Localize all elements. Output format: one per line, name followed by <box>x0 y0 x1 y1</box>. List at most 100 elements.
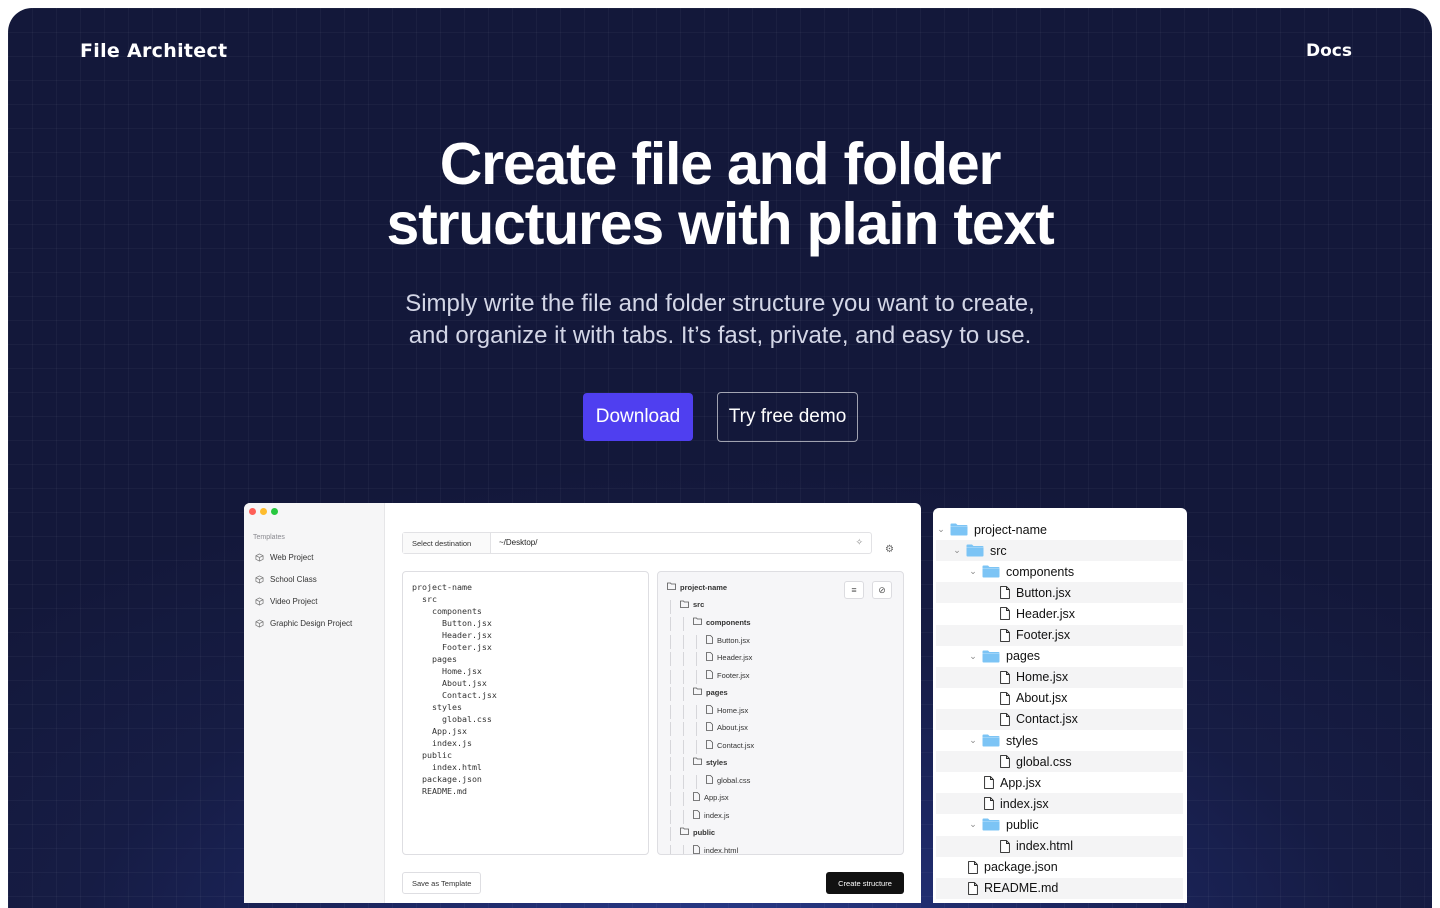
chevron-down-icon[interactable]: ⌄ <box>968 651 978 662</box>
finder-folder-row[interactable]: ⌄ public <box>936 814 1183 835</box>
finder-folder-row[interactable]: ⌄ src <box>936 540 1183 562</box>
preview-file-row[interactable]: App.jsx <box>693 792 729 803</box>
finder-file-row[interactable]: index.html <box>936 835 1183 857</box>
hero-subtitle-line-2: and organize it with tabs. It’s fast, pr… <box>408 322 1032 349</box>
preview-item-label: global.css <box>717 775 751 785</box>
folder-icon <box>693 757 702 767</box>
preview-item-label: project-name <box>680 582 728 592</box>
minimize-dot-icon[interactable] <box>260 508 267 515</box>
finder-item-label: Button.jsx <box>1016 585 1071 600</box>
app-window: Templates Web Project School Class Video… <box>244 503 921 903</box>
file-icon <box>1000 607 1010 621</box>
finder-folder-row[interactable]: ⌄ project-name <box>936 519 1183 540</box>
destination-path[interactable]: ~/Desktop/ <box>499 538 537 547</box>
template-item-video-project[interactable]: Video Project <box>255 597 317 606</box>
finder-item-label: Header.jsx <box>1016 606 1076 621</box>
save-as-template-button[interactable]: Save as Template <box>402 872 482 894</box>
file-icon <box>1000 691 1010 705</box>
close-dot-icon[interactable] <box>249 508 256 515</box>
preview-folder-row[interactable]: project-name <box>667 582 727 592</box>
folder-icon <box>680 827 689 837</box>
template-item-web-project[interactable]: Web Project <box>255 553 313 562</box>
finder-folder-row[interactable]: ⌄ pages <box>936 646 1183 667</box>
tree-guide-line <box>670 722 671 736</box>
preview-file-row[interactable]: Contact.jsx <box>706 739 754 751</box>
hero-title-line-1: Create file and folder <box>439 131 1002 197</box>
gear-icon[interactable]: ⚙ <box>885 544 894 555</box>
folder-icon <box>667 582 676 592</box>
finder-file-row[interactable]: README.md <box>936 877 1183 899</box>
finder-folder-row[interactable]: ⌄ styles <box>936 730 1183 751</box>
preview-folder-row[interactable]: pages <box>693 687 728 697</box>
maximize-dot-icon[interactable] <box>271 508 278 515</box>
chevron-down-icon[interactable]: ⌄ <box>968 735 978 746</box>
try-demo-button[interactable]: Try free demo <box>717 392 858 442</box>
docs-link[interactable]: Docs <box>1306 41 1352 61</box>
preview-file-row[interactable]: index.js <box>693 809 729 821</box>
window-controls <box>249 508 278 515</box>
finder-file-row[interactable]: Header.jsx <box>936 603 1183 624</box>
tree-guide-line <box>670 739 671 754</box>
editor-text: project-name src components Button.jsx H… <box>412 582 497 796</box>
finder-folder-row[interactable]: ⌄ components <box>936 561 1183 582</box>
hide-icon[interactable]: ⊘ <box>872 581 892 599</box>
preview-file-row[interactable]: global.css <box>706 774 751 786</box>
preview-folder-row[interactable]: src <box>680 600 704 610</box>
preview-file-row[interactable]: Button.jsx <box>706 634 750 646</box>
preview-item-label: Footer.jsx <box>717 670 750 680</box>
tree-guide-line <box>670 704 671 719</box>
tree-guide-line <box>683 722 684 736</box>
tree-guide-line <box>696 634 697 649</box>
chevron-down-icon[interactable]: ⌄ <box>952 545 962 556</box>
file-icon <box>706 722 713 733</box>
sparkle-icon[interactable]: ✧ <box>855 537 863 548</box>
tree-guide-line <box>670 827 671 841</box>
preview-file-row[interactable]: index.html <box>693 844 739 855</box>
preview-folder-row[interactable]: public <box>680 827 715 837</box>
finder-file-row[interactable]: Button.jsx <box>936 582 1183 604</box>
file-icon <box>706 774 713 786</box>
finder-file-row[interactable]: global.css <box>936 751 1183 773</box>
brand-logo[interactable]: File Architect <box>80 40 227 62</box>
create-structure-button[interactable]: Create structure <box>826 872 904 894</box>
finder-file-row[interactable]: Footer.jsx <box>936 624 1183 646</box>
preview-item-label: components <box>706 617 751 627</box>
destination-bar: Select destination ~/Desktop/ ✧ <box>402 532 872 554</box>
finder-item-label: About.jsx <box>1016 691 1068 706</box>
structure-text-editor[interactable]: project-name src components Button.jsx H… <box>402 571 649 855</box>
finder-file-row[interactable]: App.jsx <box>936 772 1183 793</box>
chevron-down-icon[interactable]: ⌄ <box>936 524 946 535</box>
select-destination-button[interactable]: Select destination <box>403 533 491 553</box>
tree-guide-line <box>670 669 671 684</box>
templates-heading: Templates <box>253 534 285 541</box>
preview-file-row[interactable]: Footer.jsx <box>706 669 750 681</box>
finder-file-row[interactable]: package.json <box>936 857 1183 878</box>
preview-folder-row[interactable]: styles <box>693 757 727 767</box>
chevron-down-icon[interactable]: ⌄ <box>968 566 978 577</box>
tree-guide-line <box>683 757 684 771</box>
download-button[interactable]: Download <box>583 393 693 441</box>
preview-folder-row[interactable]: components <box>693 617 751 627</box>
finder-file-row[interactable]: Contact.jsx <box>936 708 1183 730</box>
tree-guide-line <box>696 652 697 666</box>
chevron-down-icon[interactable]: ⌄ <box>968 819 978 830</box>
preview-file-row[interactable]: Header.jsx <box>706 652 752 663</box>
collapse-all-icon[interactable]: ≡ <box>844 581 864 599</box>
template-item-label: Video Project <box>270 597 318 606</box>
finder-file-row[interactable]: About.jsx <box>936 688 1183 709</box>
preview-item-label: index.html <box>704 845 739 855</box>
tree-guide-line <box>670 809 671 824</box>
template-item-school-class[interactable]: School Class <box>255 575 317 584</box>
file-icon <box>968 860 978 874</box>
template-item-graphic-design[interactable]: Graphic Design Project <box>255 619 352 628</box>
finder-tree-panel: ⌄ project-name ⌄ src ⌄ components Button.jsx He… <box>933 508 1187 903</box>
tree-guide-line <box>670 634 671 649</box>
preview-file-row[interactable]: Home.jsx <box>706 704 748 716</box>
preview-file-row[interactable]: About.jsx <box>706 722 748 733</box>
preview-item-label: App.jsx <box>704 793 729 802</box>
finder-file-row[interactable]: index.jsx <box>936 793 1183 815</box>
finder-item-label: App.jsx <box>1000 775 1041 790</box>
file-icon <box>693 792 700 803</box>
finder-file-row[interactable]: Home.jsx <box>936 666 1183 688</box>
tree-guide-line <box>670 687 671 701</box>
